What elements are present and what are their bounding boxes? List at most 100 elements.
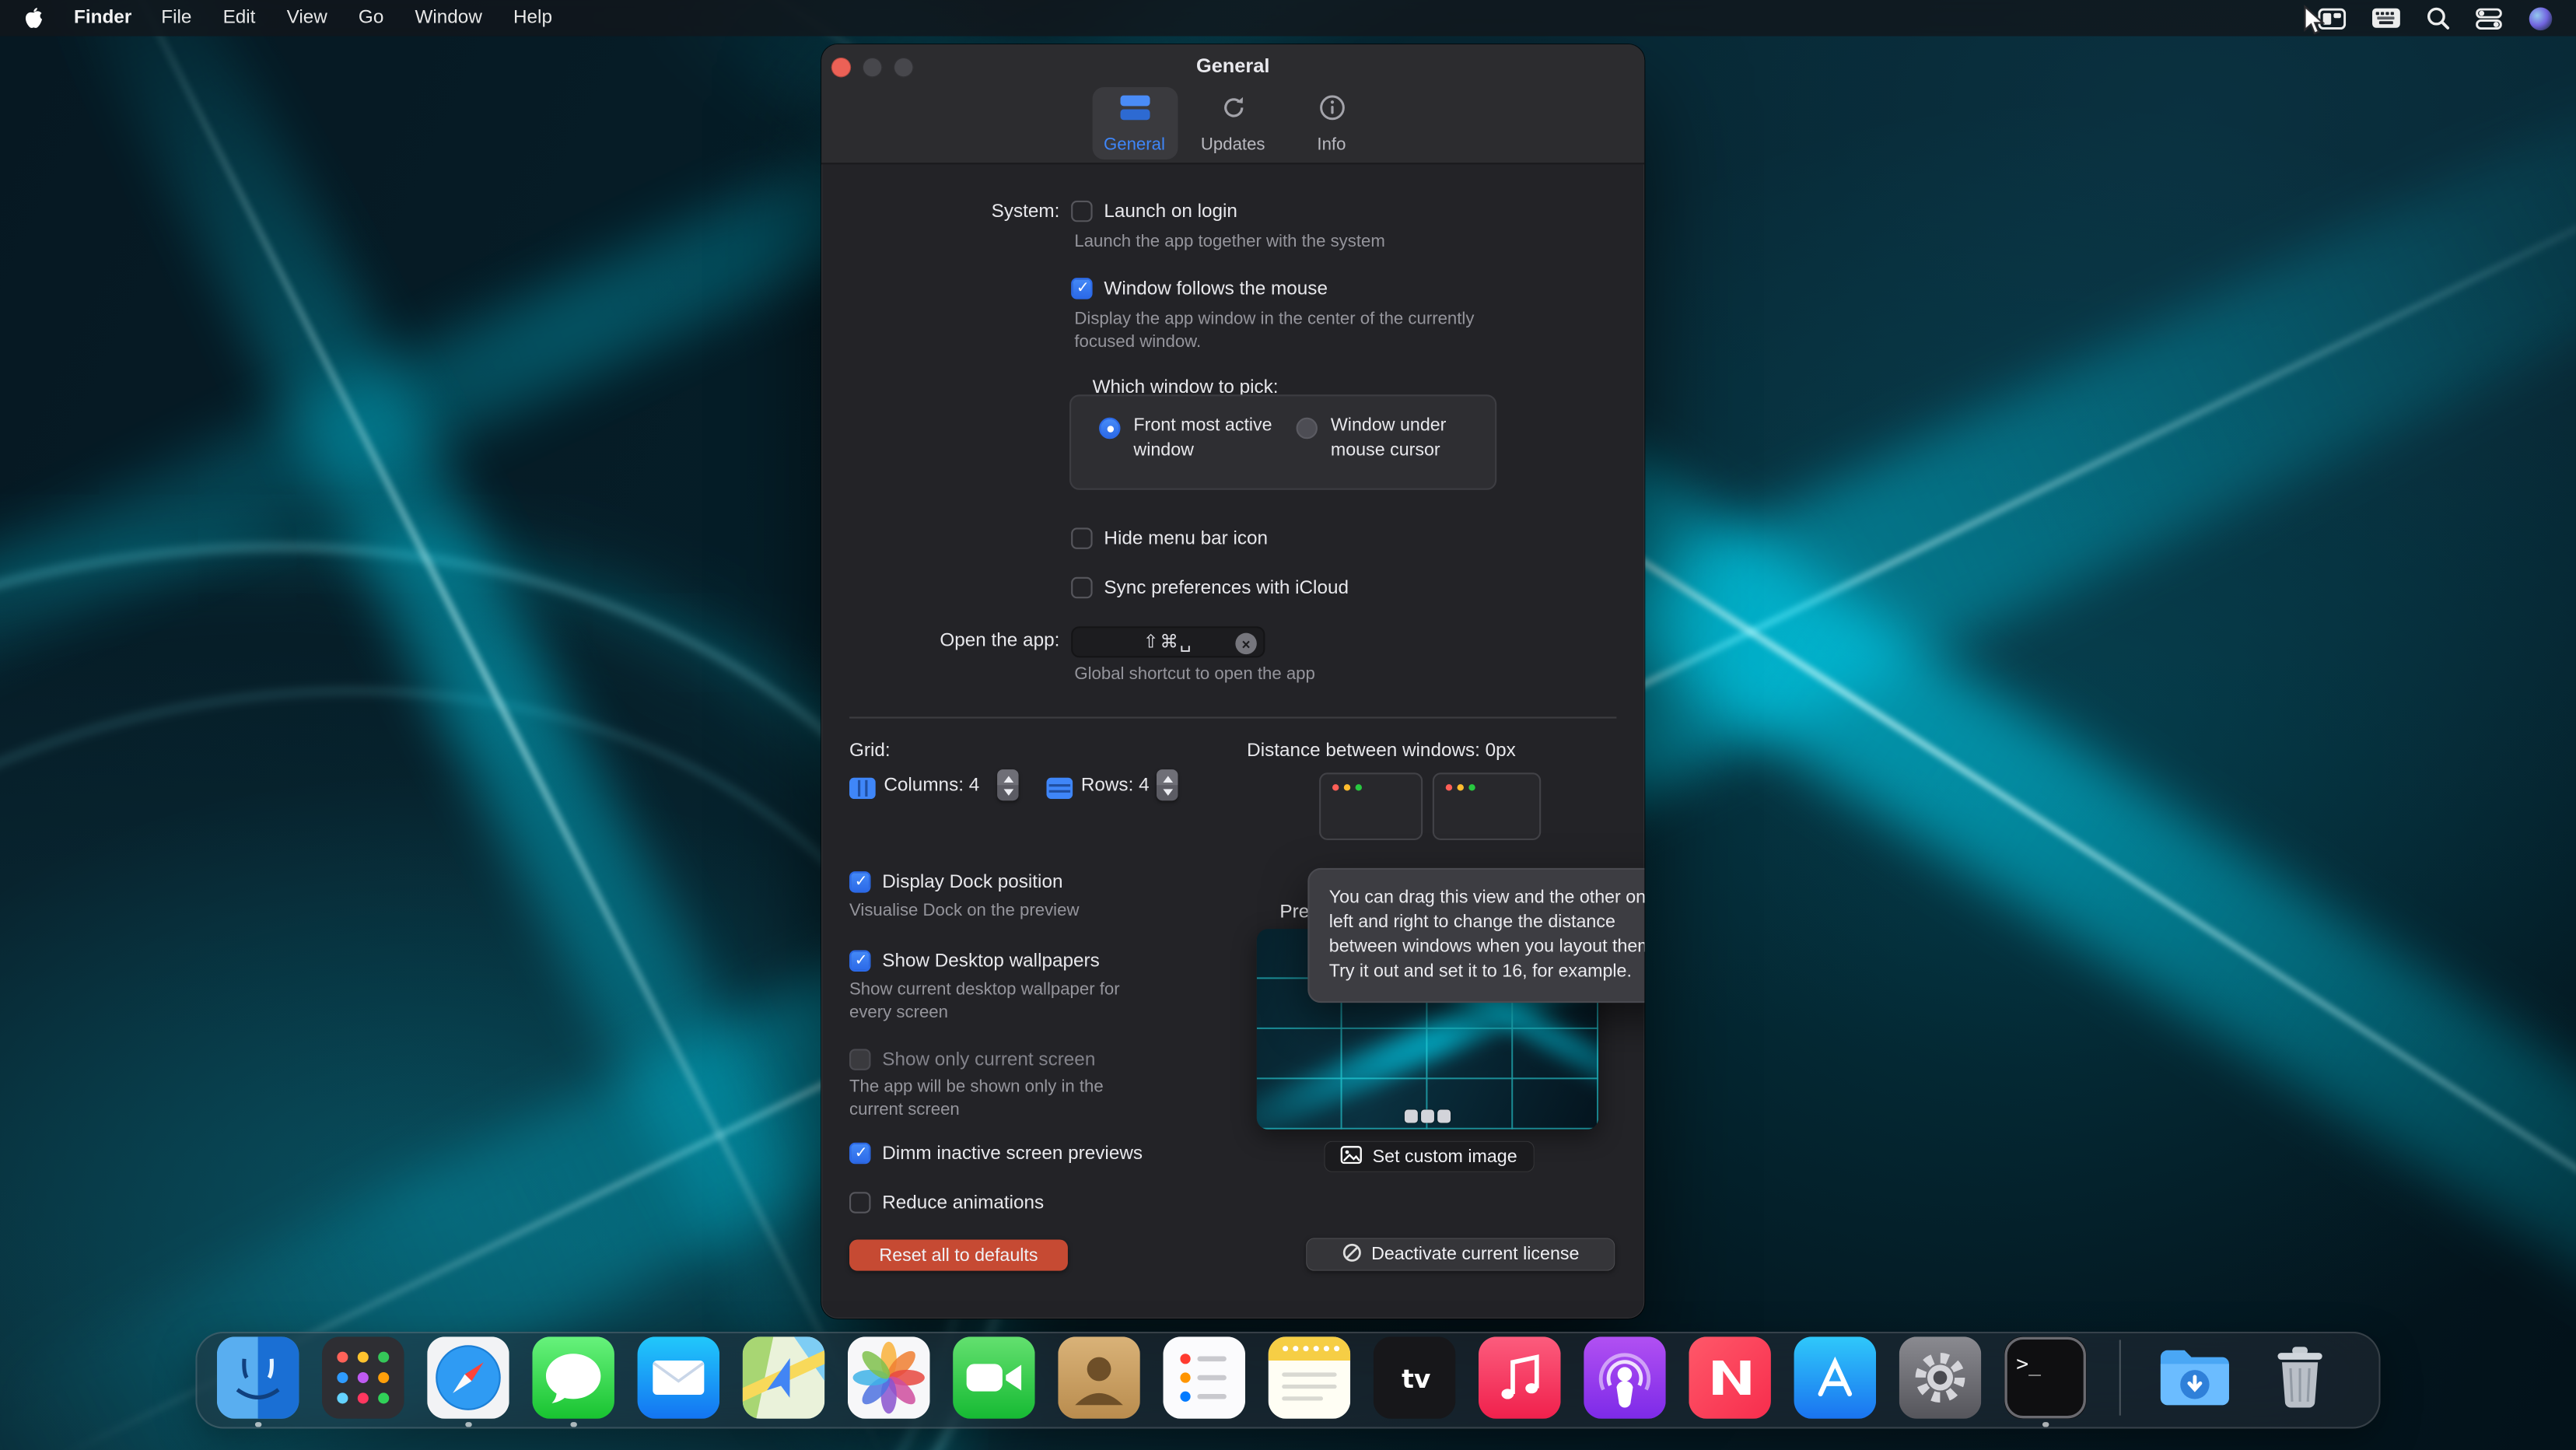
menu-item-help[interactable]: Help <box>513 9 552 28</box>
hide-menu-bar-icon-row[interactable]: Hide menu bar icon <box>1071 527 1268 548</box>
open-app-subtitle: Global shortcut to open the app <box>1074 664 1315 687</box>
window-under-cursor-option[interactable]: Window under mouse cursor <box>1297 415 1472 462</box>
dock-downloads-icon[interactable] <box>2154 1336 2236 1427</box>
preview-dock-indicator <box>1405 1110 1451 1123</box>
distance-label: Distance between windows: 0px <box>1247 741 1516 761</box>
rows-icon <box>1046 778 1073 807</box>
dock-safari-icon[interactable] <box>427 1336 509 1427</box>
open-app-label: Open the app: <box>821 632 1059 651</box>
tab-general[interactable]: General <box>1092 87 1178 159</box>
deactivate-icon <box>1342 1242 1361 1267</box>
launch-on-login-row[interactable]: Launch on login <box>1071 201 1237 222</box>
svg-text:tv: tv <box>1402 1364 1431 1394</box>
apple-menu-icon[interactable] <box>23 5 44 30</box>
menu-app-name[interactable]: Finder <box>74 9 131 28</box>
menu-item-edit[interactable]: Edit <box>223 9 256 28</box>
menu-item-window[interactable]: Window <box>415 9 481 28</box>
tab-info[interactable]: Info <box>1289 87 1374 159</box>
dock-settings-icon[interactable] <box>1899 1336 1982 1427</box>
clear-shortcut-icon[interactable]: × <box>1235 633 1256 654</box>
dock-finder-icon[interactable] <box>217 1336 299 1427</box>
columns-label-text: Columns: <box>884 776 964 796</box>
dimm-inactive-previews-row[interactable]: Dimm inactive screen previews <box>849 1143 1143 1164</box>
columns-label: Columns: 4 <box>884 776 979 796</box>
siri-icon[interactable] <box>2529 5 2553 30</box>
mouse-cursor <box>2303 5 2324 44</box>
control-center-icon[interactable] <box>2476 8 2502 29</box>
show-desktop-wallpapers-row[interactable]: Show Desktop wallpapers <box>849 951 1100 972</box>
dock-trash-icon[interactable] <box>2259 1336 2341 1427</box>
tab-general-label: General <box>1104 134 1165 153</box>
columns-stepper[interactable] <box>997 769 1018 800</box>
front-most-window-label: Front most active window <box>1133 415 1275 462</box>
hide-menu-bar-icon-label: Hide menu bar icon <box>1104 528 1268 548</box>
dock-facetime-icon[interactable] <box>953 1336 1035 1427</box>
menu-items: File Edit View Go Window Help <box>161 9 583 28</box>
window-under-cursor-radio[interactable] <box>1297 418 1318 439</box>
grid-section-label: Grid: <box>849 741 891 761</box>
settings-window: General General Updates Info System: Lau… <box>821 44 1644 1319</box>
rows-value: 4 <box>1139 776 1150 796</box>
reduce-animations-checkbox[interactable] <box>849 1192 870 1213</box>
menu-item-go[interactable]: Go <box>359 9 383 28</box>
distance-window-preview-right[interactable] <box>1433 772 1541 840</box>
section-divider <box>849 716 1616 718</box>
sync-icloud-checkbox[interactable] <box>1071 577 1092 598</box>
reset-defaults-label: Reset all to defaults <box>879 1245 1038 1265</box>
set-custom-image-label: Set custom image <box>1373 1147 1517 1166</box>
show-desktop-wallpapers-subtitle: Show current desktop wallpaper for every… <box>849 980 1161 1024</box>
dock-music-icon[interactable] <box>1479 1336 1561 1427</box>
dock-podcasts-icon[interactable] <box>1584 1336 1666 1427</box>
show-only-current-screen-checkbox <box>849 1049 870 1070</box>
show-only-current-screen-subtitle: The app will be shown only in the curren… <box>849 1077 1161 1121</box>
show-desktop-wallpapers-checkbox[interactable] <box>849 951 870 972</box>
display-dock-position-label: Display Dock position <box>882 872 1062 891</box>
tab-updates-label: Updates <box>1201 134 1265 153</box>
shortcut-field[interactable]: ⇧⌘␣ × <box>1071 626 1265 657</box>
deactivate-license-label: Deactivate current license <box>1371 1245 1579 1264</box>
display-dock-position-row[interactable]: Display Dock position <box>849 871 1062 892</box>
rows-stepper[interactable] <box>1157 769 1178 800</box>
tab-updates[interactable]: Updates <box>1190 87 1276 159</box>
svg-text:>_: >_ <box>2016 1352 2041 1376</box>
set-custom-image-button[interactable]: Set custom image <box>1324 1141 1534 1172</box>
deactivate-license-button[interactable]: Deactivate current license <box>1306 1238 1615 1270</box>
menu-item-file[interactable]: File <box>161 9 191 28</box>
keyboard-icon[interactable] <box>2372 9 2400 28</box>
menu-item-view[interactable]: View <box>287 9 327 28</box>
front-most-window-radio[interactable] <box>1099 418 1120 439</box>
dock-terminal-icon[interactable]: >_ <box>2004 1336 2087 1427</box>
hide-menu-bar-icon-checkbox[interactable] <box>1071 527 1092 548</box>
dock-separator <box>2119 1340 2121 1415</box>
window-follows-mouse-row[interactable]: Window follows the mouse <box>1071 278 1328 299</box>
sync-icloud-row[interactable]: Sync preferences with iCloud <box>1071 577 1349 598</box>
display-dock-position-checkbox[interactable] <box>849 871 870 892</box>
launch-on-login-checkbox[interactable] <box>1071 201 1092 222</box>
dock-news-icon[interactable] <box>1689 1336 1771 1427</box>
desktop: Finder File Edit View Go Window Help <box>0 0 2576 1450</box>
dock-mail-icon[interactable] <box>638 1336 720 1427</box>
window-follows-mouse-checkbox[interactable] <box>1071 278 1092 299</box>
dock: tv >_ <box>195 1332 2380 1429</box>
dock-messages-icon[interactable] <box>532 1336 614 1427</box>
dock-launchpad-icon[interactable] <box>322 1336 404 1427</box>
columns-value: 4 <box>969 776 980 796</box>
toolbar-tabs: General Updates Info <box>821 87 1644 159</box>
dock-appstore-icon[interactable] <box>1794 1336 1877 1427</box>
reset-defaults-button[interactable]: Reset all to defaults <box>849 1240 1068 1271</box>
reduce-animations-row[interactable]: Reduce animations <box>849 1192 1044 1213</box>
spotlight-icon[interactable] <box>2427 6 2450 30</box>
dock-reminders-icon[interactable] <box>1163 1336 1245 1427</box>
general-tab-icon <box>1118 93 1150 128</box>
dock-maps-icon[interactable] <box>743 1336 825 1427</box>
distance-window-preview-left[interactable] <box>1319 772 1423 840</box>
window-title: General <box>821 54 1644 78</box>
window-under-cursor-label: Window under mouse cursor <box>1331 415 1472 462</box>
dock-appletv-icon[interactable]: tv <box>1374 1336 1456 1427</box>
dock-contacts-icon[interactable] <box>1058 1336 1140 1427</box>
front-most-window-option[interactable]: Front most active window <box>1099 415 1275 462</box>
dock-notes-icon[interactable] <box>1269 1336 1351 1427</box>
info-tab-icon <box>1317 93 1346 128</box>
dimm-inactive-previews-checkbox[interactable] <box>849 1143 870 1164</box>
dock-photos-icon[interactable] <box>848 1336 930 1427</box>
